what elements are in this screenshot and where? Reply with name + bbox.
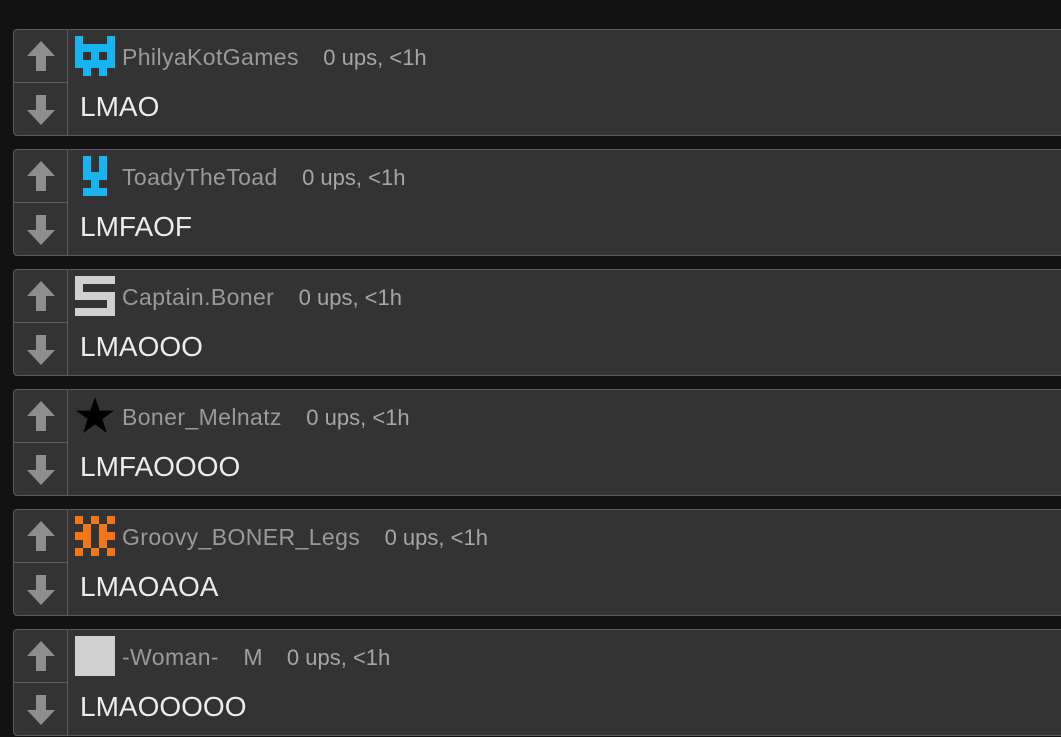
blue-y-pixel-avatar-icon[interactable] xyxy=(75,156,115,196)
comment-meta: Captain.Boner 0 ups, <1h xyxy=(122,282,402,313)
arrow-down-icon xyxy=(26,574,55,605)
comment-text: LMFAOF xyxy=(80,211,193,242)
comment-feed: PhilyaKotGames 0 ups, <1h LMAO ToadyTheT… xyxy=(0,0,1061,737)
username-link[interactable]: ToadyTheToad xyxy=(122,164,278,190)
vote-column xyxy=(14,30,68,135)
comment-stats: 0 ups, <1h xyxy=(302,165,406,190)
downvote-button[interactable] xyxy=(14,443,67,495)
comment-stats: 0 ups, <1h xyxy=(323,45,427,70)
comment-meta: ToadyTheToad 0 ups, <1h xyxy=(122,162,405,193)
upvote-button[interactable] xyxy=(14,270,67,323)
upvote-button[interactable] xyxy=(14,30,67,83)
vote-column xyxy=(14,390,68,495)
gray-square-avatar-icon[interactable] xyxy=(75,636,115,676)
comment-stats: 0 ups, <1h xyxy=(298,285,403,310)
downvote-button[interactable] xyxy=(14,83,67,135)
downvote-button[interactable] xyxy=(14,683,67,735)
arrow-up-icon xyxy=(26,401,55,431)
comment-stats: 0 ups, <1h xyxy=(306,405,410,430)
vote-column xyxy=(14,150,68,255)
arrow-up-icon xyxy=(26,641,55,671)
arrow-down-icon xyxy=(26,94,55,125)
comment-item: -Woman- M 0 ups, <1h LMAOOOOO xyxy=(13,629,1061,736)
arrow-down-icon xyxy=(26,694,55,725)
comment-item: ToadyTheToad 0 ups, <1h LMFAOF xyxy=(13,149,1061,256)
upvote-button[interactable] xyxy=(14,630,67,683)
comment-item: PhilyaKotGames 0 ups, <1h LMAO xyxy=(13,29,1061,136)
arrow-down-icon xyxy=(26,334,55,365)
username-link[interactable]: PhilyaKotGames xyxy=(122,44,299,70)
upvote-button[interactable] xyxy=(14,150,67,203)
comment-stats: 0 ups, <1h xyxy=(384,525,488,550)
downvote-button[interactable] xyxy=(14,203,67,255)
comment-meta: Boner_Melnatz 0 ups, <1h xyxy=(122,402,410,433)
arrow-down-icon xyxy=(26,214,55,245)
username-link[interactable]: Groovy_BONER_Legs xyxy=(122,524,360,550)
user-gender-tag: M xyxy=(243,644,263,670)
arrow-up-icon xyxy=(26,521,55,551)
blue-cat-pixel-avatar-icon[interactable] xyxy=(75,36,115,76)
comment-text: LMFAOOOO xyxy=(80,451,241,482)
comment-item: Boner_Melnatz 0 ups, <1h LMFAOOOO xyxy=(13,389,1061,496)
arrow-up-icon xyxy=(26,41,55,71)
arrow-up-icon xyxy=(26,161,55,191)
comment-item: Groovy_BONER_Legs 0 ups, <1h LMAOAOA xyxy=(13,509,1061,616)
comment-text: LMAOOO xyxy=(80,331,203,362)
comment-stats: 0 ups, <1h xyxy=(286,645,391,670)
arrow-up-icon xyxy=(26,281,55,311)
upvote-button[interactable] xyxy=(14,390,67,443)
vote-column xyxy=(14,270,68,375)
comment-meta: Groovy_BONER_Legs 0 ups, <1h xyxy=(122,522,488,553)
downvote-button[interactable] xyxy=(14,563,67,615)
username-link[interactable]: Boner_Melnatz xyxy=(122,404,282,430)
comment-text: LMAO xyxy=(80,91,160,122)
vote-column xyxy=(14,630,68,735)
vote-column xyxy=(14,510,68,615)
username-link[interactable]: -Woman- xyxy=(122,644,219,670)
black-star-avatar-icon[interactable] xyxy=(75,396,115,436)
comment-meta: -Woman- M 0 ups, <1h xyxy=(122,642,390,673)
gray-s-pixel-avatar-icon[interactable] xyxy=(75,276,115,316)
comment-text: LMAOOOOO xyxy=(80,691,247,722)
arrow-down-icon xyxy=(26,454,55,485)
comment-meta: PhilyaKotGames 0 ups, <1h xyxy=(122,42,427,73)
orange-pixel-avatar-icon[interactable] xyxy=(75,516,115,556)
comment-text: LMAOAOA xyxy=(80,571,219,602)
comment-item: Captain.Boner 0 ups, <1h LMAOOO xyxy=(13,269,1061,376)
downvote-button[interactable] xyxy=(14,323,67,375)
username-link[interactable]: Captain.Boner xyxy=(122,284,274,310)
upvote-button[interactable] xyxy=(14,510,67,563)
